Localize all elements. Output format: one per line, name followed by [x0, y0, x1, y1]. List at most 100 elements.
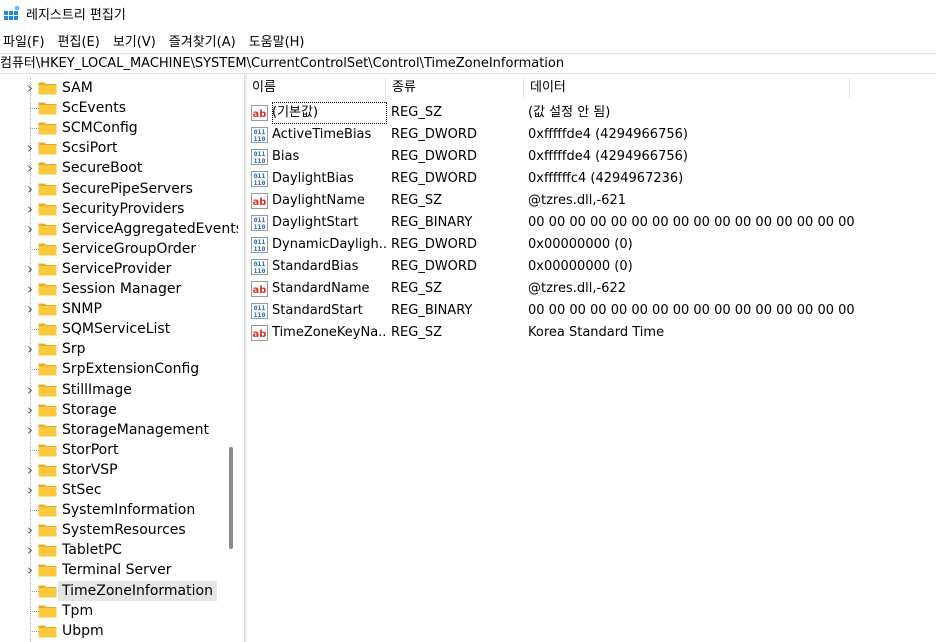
tree-item-label: Storage	[62, 401, 117, 418]
tree-item[interactable]: › StillImage	[0, 380, 228, 400]
tree-item[interactable]: › SAM	[0, 78, 228, 98]
svg-text:ab: ab	[253, 329, 267, 340]
tree-item[interactable]: › ScsiPort	[0, 138, 228, 158]
chevron-right-icon[interactable]: ›	[24, 81, 36, 96]
value-data: @tzres.dll,-622	[528, 281, 626, 296]
column-header-data[interactable]: 데이터	[524, 78, 850, 98]
tree-item[interactable]: › Session Manager	[0, 279, 228, 299]
tree-item[interactable]: SystemInformation	[0, 500, 228, 520]
title-bar: 레지스트리 편집기	[0, 0, 936, 27]
value-list: 이름 종류 데이터 ab (기본값) REG_SZ (값 설정 안 됨) 011 110 A…	[246, 74, 936, 642]
tree-item[interactable]: › SNMP	[0, 299, 228, 319]
value-name: TimeZoneKeyNa...	[272, 325, 387, 340]
tree-item[interactable]: Ubpm	[0, 621, 228, 641]
value-type: REG_SZ	[391, 281, 442, 296]
menu-bar: 파일(F) 편집(E) 보기(V) 즐겨찾기(A) 도움말(H)	[0, 29, 313, 51]
tree-item[interactable]: › StSec	[0, 480, 228, 500]
tree-item-label: Session Manager	[62, 281, 182, 297]
tree-item[interactable]: SQMServiceList	[0, 319, 228, 339]
value-type: REG_BINARY	[391, 303, 473, 318]
menu-item[interactable]: 보기(V)	[108, 31, 164, 50]
chevron-right-icon[interactable]: ›	[24, 221, 36, 236]
tree-item-label: SAM	[62, 80, 93, 96]
chevron-right-icon[interactable]: ›	[24, 563, 36, 578]
chevron-right-icon[interactable]: ›	[24, 543, 36, 558]
menu-item[interactable]: 파일(F)	[0, 31, 53, 50]
registry-editor-window: 레지스트리 편집기 파일(F) 편집(E) 보기(V) 즐겨찾기(A) 도움말(H) 컴…	[0, 0, 936, 642]
tree-item[interactable]: › Srp	[0, 339, 228, 359]
chevron-right-icon[interactable]: ›	[24, 483, 36, 498]
folder-icon	[38, 444, 57, 457]
value-row[interactable]: 011 110 ActiveTimeBias REG_DWORD 0xfffffde4 …	[246, 124, 936, 146]
value-row[interactable]: 011 110 DaylightBias REG_DWORD 0xffffffc4 (4…	[246, 168, 936, 190]
folder-icon	[38, 424, 57, 437]
tree-item[interactable]: › SecurityProviders	[0, 199, 228, 219]
tree-item[interactable]: ScEvents	[0, 98, 228, 118]
chevron-right-icon[interactable]: ›	[24, 302, 36, 317]
value-row[interactable]: 011 110 Bias REG_DWORD 0xfffffde4 (429496675…	[246, 146, 936, 168]
tree-item[interactable]: › SystemResources	[0, 520, 228, 540]
value-data: 0xfffffde4 (4294966756)	[528, 149, 688, 164]
tree-item-label: SNMP	[62, 301, 102, 318]
chevron-right-icon[interactable]: ›	[24, 422, 36, 437]
value-row[interactable]: 011 110 StandardBias REG_DWORD 0x00000000 (0…	[246, 256, 936, 278]
key-tree[interactable]: › SAM ScEvents SCMConfig › ScsiPort › SecureBoo…	[0, 78, 238, 642]
value-row[interactable]: ab DaylightName REG_SZ @tzres.dll,-621	[246, 190, 936, 212]
tree-item[interactable]: SrpExtensionConfig	[0, 359, 228, 379]
tree-item-label: Srp	[62, 341, 86, 358]
chevron-right-icon[interactable]: ›	[24, 402, 36, 417]
tree-item[interactable]: › SecureBoot	[0, 158, 228, 178]
menu-item[interactable]: 편집(E)	[53, 31, 108, 50]
tree-item[interactable]: › Terminal Server	[0, 560, 228, 580]
tree-item-label: ScsiPort	[62, 140, 118, 157]
value-row[interactable]: 011 110 DynamicDayligh... REG_DWORD 0x000000…	[246, 234, 936, 256]
chevron-right-icon[interactable]: ›	[24, 161, 36, 176]
tree-scrollbar-thumb[interactable]	[229, 447, 233, 549]
tree-item[interactable]: › Storage	[0, 400, 228, 420]
tree-item[interactable]: › StorageManagement	[0, 420, 228, 440]
tree-item[interactable]: › SecurePipeServers	[0, 179, 228, 199]
chevron-right-icon[interactable]: ›	[24, 282, 36, 297]
value-row[interactable]: 011 110 StandardStart REG_BINARY 00 00 00 00…	[246, 300, 936, 322]
tree-item[interactable]: › StorVSP	[0, 460, 228, 480]
chevron-right-icon[interactable]: ›	[24, 342, 36, 357]
binary-value-icon: 011110	[251, 171, 268, 187]
chevron-right-icon[interactable]: ›	[24, 261, 36, 276]
value-row[interactable]: 011 110 DaylightStart REG_BINARY 00 00 00 00…	[246, 212, 936, 234]
chevron-right-icon[interactable]: ›	[24, 201, 36, 216]
column-header-type[interactable]: 종류	[386, 78, 524, 98]
chevron-right-icon[interactable]: ›	[24, 462, 36, 477]
folder-icon	[38, 263, 57, 276]
tree-item-label: SCMConfig	[62, 120, 138, 137]
string-value-icon: ab	[251, 281, 268, 297]
tree-item[interactable]: Tpm	[0, 601, 228, 621]
menu-item[interactable]: 도움말(H)	[244, 31, 313, 50]
tree-scrollbar[interactable]	[228, 78, 234, 642]
chevron-right-icon[interactable]: ›	[24, 141, 36, 156]
svg-text:ab: ab	[253, 109, 267, 120]
value-name: DynamicDayligh...	[272, 237, 387, 252]
value-type: REG_SZ	[391, 105, 442, 120]
tree-item[interactable]: › ServiceProvider	[0, 259, 228, 279]
svg-text:ab: ab	[253, 197, 267, 208]
tree-item[interactable]: ServiceGroupOrder	[0, 239, 228, 259]
tree-item[interactable]: › ServiceAggregatedEvents	[0, 219, 238, 239]
folder-icon	[38, 363, 57, 376]
tree-item[interactable]: TimeZoneInformation	[0, 580, 228, 601]
value-row[interactable]: ab (기본값) REG_SZ (값 설정 안 됨)	[246, 102, 936, 124]
value-name: DaylightStart	[272, 215, 359, 230]
chevron-right-icon[interactable]: ›	[24, 382, 36, 397]
folder-icon	[38, 303, 57, 316]
value-row[interactable]: ab TimeZoneKeyNa... REG_SZ Korea Standard T…	[246, 322, 936, 344]
value-data: 0xffffffc4 (4294967236)	[528, 171, 684, 186]
folder-icon	[38, 343, 57, 356]
column-header-name[interactable]: 이름	[246, 78, 386, 98]
menu-item[interactable]: 즐겨찾기(A)	[164, 31, 244, 50]
tree-item[interactable]: SCMConfig	[0, 118, 228, 138]
value-row[interactable]: ab StandardName REG_SZ @tzres.dll,-622	[246, 278, 936, 300]
tree-item[interactable]: › TabletPC	[0, 540, 228, 560]
address-bar[interactable]: 컴퓨터\HKEY_LOCAL_MACHINE\SYSTEM\CurrentCon…	[0, 53, 936, 74]
tree-item[interactable]: StorPort	[0, 440, 228, 460]
chevron-right-icon[interactable]: ›	[24, 181, 36, 196]
chevron-right-icon[interactable]: ›	[24, 523, 36, 538]
